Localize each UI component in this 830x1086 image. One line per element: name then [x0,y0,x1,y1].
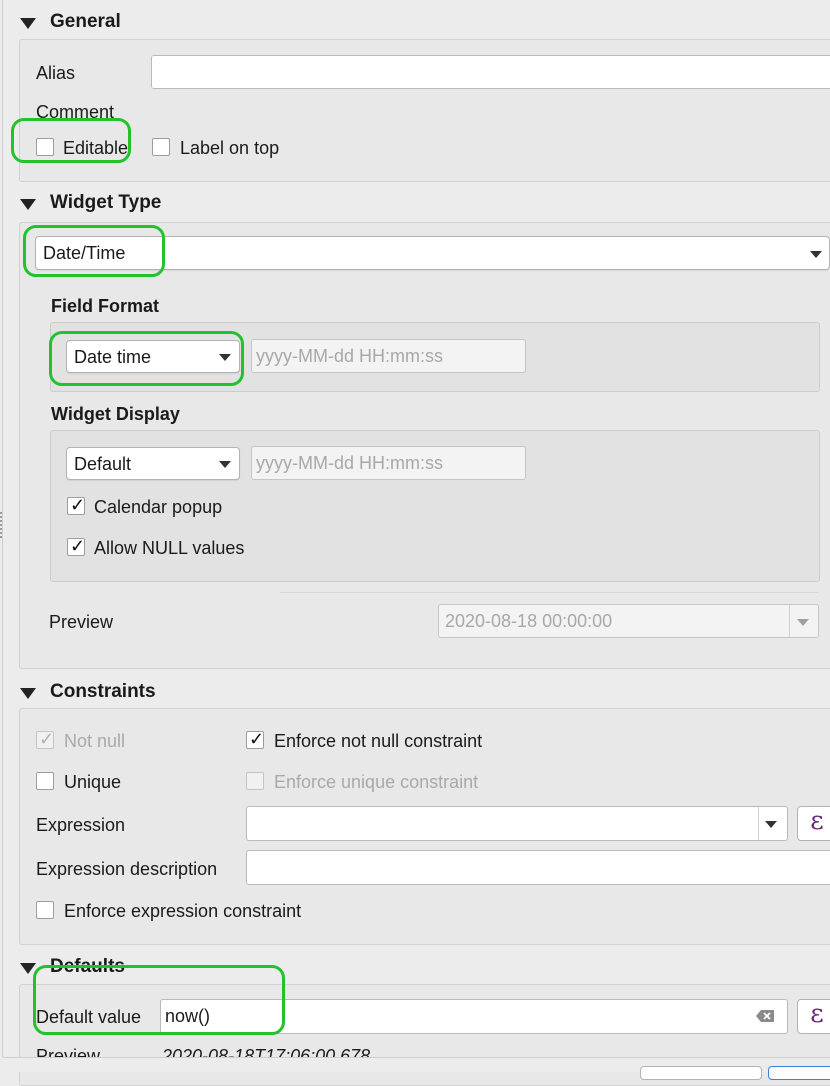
label-on-top-label[interactable]: Label on top [180,137,279,159]
widget-preview-select: 2020-08-18 00:00:00 [438,604,819,638]
highlight-field-format [49,331,244,386]
expression-description-label: Expression description [36,859,218,879]
dialog-button[interactable] [640,1066,762,1080]
enforce-unique-label: Enforce unique constraint [274,772,479,792]
panel-left-border [2,0,3,1060]
divider [758,807,759,840]
widget-display-heading: Widget Display [51,404,180,424]
alias-input[interactable] [151,55,830,89]
enforce-expression-checkbox[interactable] [36,901,54,919]
highlight-editable [11,118,131,163]
chevron-down-icon [797,619,809,626]
constraints-collapse-icon[interactable] [20,688,36,699]
general-collapse-icon[interactable] [20,18,36,29]
not-null-label: Not null [64,731,126,751]
label-on-top-checkbox[interactable] [152,138,170,156]
widget-type-collapse-icon[interactable] [20,199,36,210]
allow-null-label[interactable]: Allow NULL values [94,537,244,559]
expression-input[interactable] [246,806,788,841]
expression-label: Expression [36,815,126,835]
calendar-popup-checkbox[interactable]: ✓ [67,495,85,515]
not-null-checkbox[interactable]: ✓ [36,729,54,749]
chevron-down-icon [219,461,231,468]
alias-label: Alias [36,63,76,83]
enforce-not-null-checkbox[interactable]: ✓ [246,729,264,749]
constraints-heading[interactable]: Constraints [50,681,156,703]
allow-null-checkbox[interactable]: ✓ [67,536,85,556]
widget-display-input[interactable]: yyyy-MM-dd HH:mm:ss [251,446,526,480]
general-heading[interactable]: General [50,11,121,33]
widget-preview-label: Preview [49,612,114,632]
dialog-button[interactable] [768,1066,830,1080]
field-format-heading: Field Format [51,296,160,316]
enforce-unique-checkbox [246,772,264,790]
divider [789,605,790,637]
widget-type-heading[interactable]: Widget Type [50,192,161,214]
expression-builder-button[interactable]: ε [797,806,830,841]
chevron-down-icon [810,251,822,258]
enforce-expression-label[interactable]: Enforce expression constraint [64,900,301,922]
highlight-default-value [33,965,285,1035]
splitter-handle[interactable] [0,512,2,540]
field-format-input[interactable]: yyyy-MM-dd HH:mm:ss [251,339,526,373]
chevron-down-icon[interactable] [765,821,777,828]
default-expression-button[interactable]: ε [797,999,830,1034]
widget-display-select[interactable]: Default [66,447,240,480]
unique-checkbox[interactable] [36,772,54,790]
divider [3,1057,830,1058]
divider [280,592,818,593]
calendar-popup-label[interactable]: Calendar popup [94,496,222,518]
expression-description-input[interactable] [246,850,830,885]
enforce-not-null-label[interactable]: Enforce not null constraint [274,730,482,752]
highlight-widget-type [23,225,165,277]
clear-icon[interactable] [755,1009,775,1023]
unique-label[interactable]: Unique [64,771,121,793]
